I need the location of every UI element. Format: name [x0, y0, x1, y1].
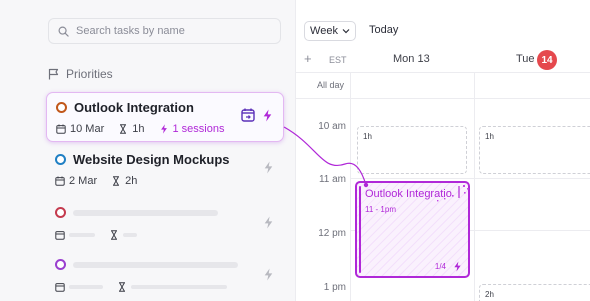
day-header-mon[interactable]: Mon 13 [393, 53, 430, 65]
task-duration: 1h [132, 123, 145, 135]
task-date-placeholder [69, 285, 103, 289]
suggested-slot[interactable]: 1h [357, 126, 467, 174]
calendar-event-outlook-integration[interactable]: Outlook Integratio 11 - 1pm 1/4 [355, 181, 470, 278]
slot-duration: 2h [485, 290, 494, 299]
view-select-value: Week [310, 25, 338, 37]
calendar-icon [55, 231, 65, 240]
task-item-placeholder[interactable] [46, 252, 284, 301]
task-status-dot [55, 259, 66, 270]
bolt-icon[interactable] [263, 216, 274, 229]
timezone-label: EST [329, 55, 347, 65]
calendar-icon [55, 176, 65, 186]
view-select[interactable]: Week [304, 21, 356, 41]
task-item-website-design-mockups[interactable]: Website Design Mockups 2 Mar 2h [46, 145, 284, 195]
calendar-icon [55, 283, 65, 292]
add-icon[interactable]: + [304, 51, 312, 66]
task-name: Website Design Mockups [73, 152, 230, 167]
task-date: 10 Mar [70, 123, 105, 135]
bolt-icon [454, 261, 461, 272]
time-label: 1 pm [323, 282, 346, 293]
today-badge: 14 [537, 50, 557, 70]
bolt-icon [160, 124, 167, 134]
task-status-dot [55, 154, 66, 165]
grid-line [350, 178, 590, 179]
time-label: 12 pm [318, 228, 346, 239]
hourglass-icon [119, 282, 125, 292]
task-status-dot [56, 102, 67, 113]
task-name-placeholder [73, 261, 238, 268]
today-button[interactable]: Today [369, 24, 398, 36]
search-box[interactable]: Search tasks by name [48, 18, 281, 44]
hourglass-icon [113, 176, 120, 186]
task-date-placeholder [69, 233, 95, 237]
task-sessions: 1 sessions [172, 123, 225, 135]
suggested-slot[interactable]: 1h [479, 126, 590, 174]
grid-line [295, 98, 590, 99]
priorities-header: Priorities [48, 67, 113, 81]
task-name-placeholder [73, 209, 218, 216]
allday-label: All day [316, 80, 344, 90]
chevron-down-icon [342, 29, 350, 34]
event-title: Outlook Integratio [365, 188, 452, 200]
time-label: 10 am [318, 121, 346, 132]
search-icon [58, 26, 69, 37]
grid-line [350, 72, 351, 301]
task-name: Outlook Integration [74, 100, 194, 115]
calendar-icon [56, 124, 66, 134]
task-duration: 2h [125, 175, 138, 187]
schedule-calendar-icon[interactable] [241, 108, 255, 122]
time-label: 11 am [318, 174, 346, 185]
slot-duration: 1h [485, 132, 494, 141]
priorities-label: Priorities [66, 67, 113, 81]
event-progress: 1/4 [434, 262, 446, 271]
task-duration-placeholder [131, 285, 227, 289]
grid-line [474, 72, 475, 301]
task-item-placeholder[interactable] [46, 200, 284, 250]
task-date: 2 Mar [69, 175, 98, 187]
bolt-icon[interactable] [263, 268, 274, 281]
search-placeholder: Search tasks by name [76, 25, 185, 37]
event-time: 11 - 1pm [365, 205, 396, 214]
event-accent-bar [359, 186, 361, 273]
bolt-icon[interactable] [262, 109, 273, 122]
slot-duration: 1h [363, 132, 372, 141]
grid-line [295, 72, 590, 73]
task-item-outlook-integration[interactable]: Outlook Integration 10 Mar 1h 1 sessions [46, 92, 284, 142]
task-duration-placeholder [123, 233, 137, 237]
day-header-tue[interactable]: Tue [516, 53, 535, 65]
tasks-panel: Search tasks by name Priorities Outlook … [0, 0, 295, 301]
suggested-slot[interactable]: 2h [479, 284, 590, 301]
task-status-dot [55, 207, 66, 218]
bolt-icon[interactable] [263, 161, 274, 174]
flag-icon [48, 68, 59, 80]
hourglass-icon [111, 230, 117, 240]
hourglass-icon [120, 124, 127, 134]
